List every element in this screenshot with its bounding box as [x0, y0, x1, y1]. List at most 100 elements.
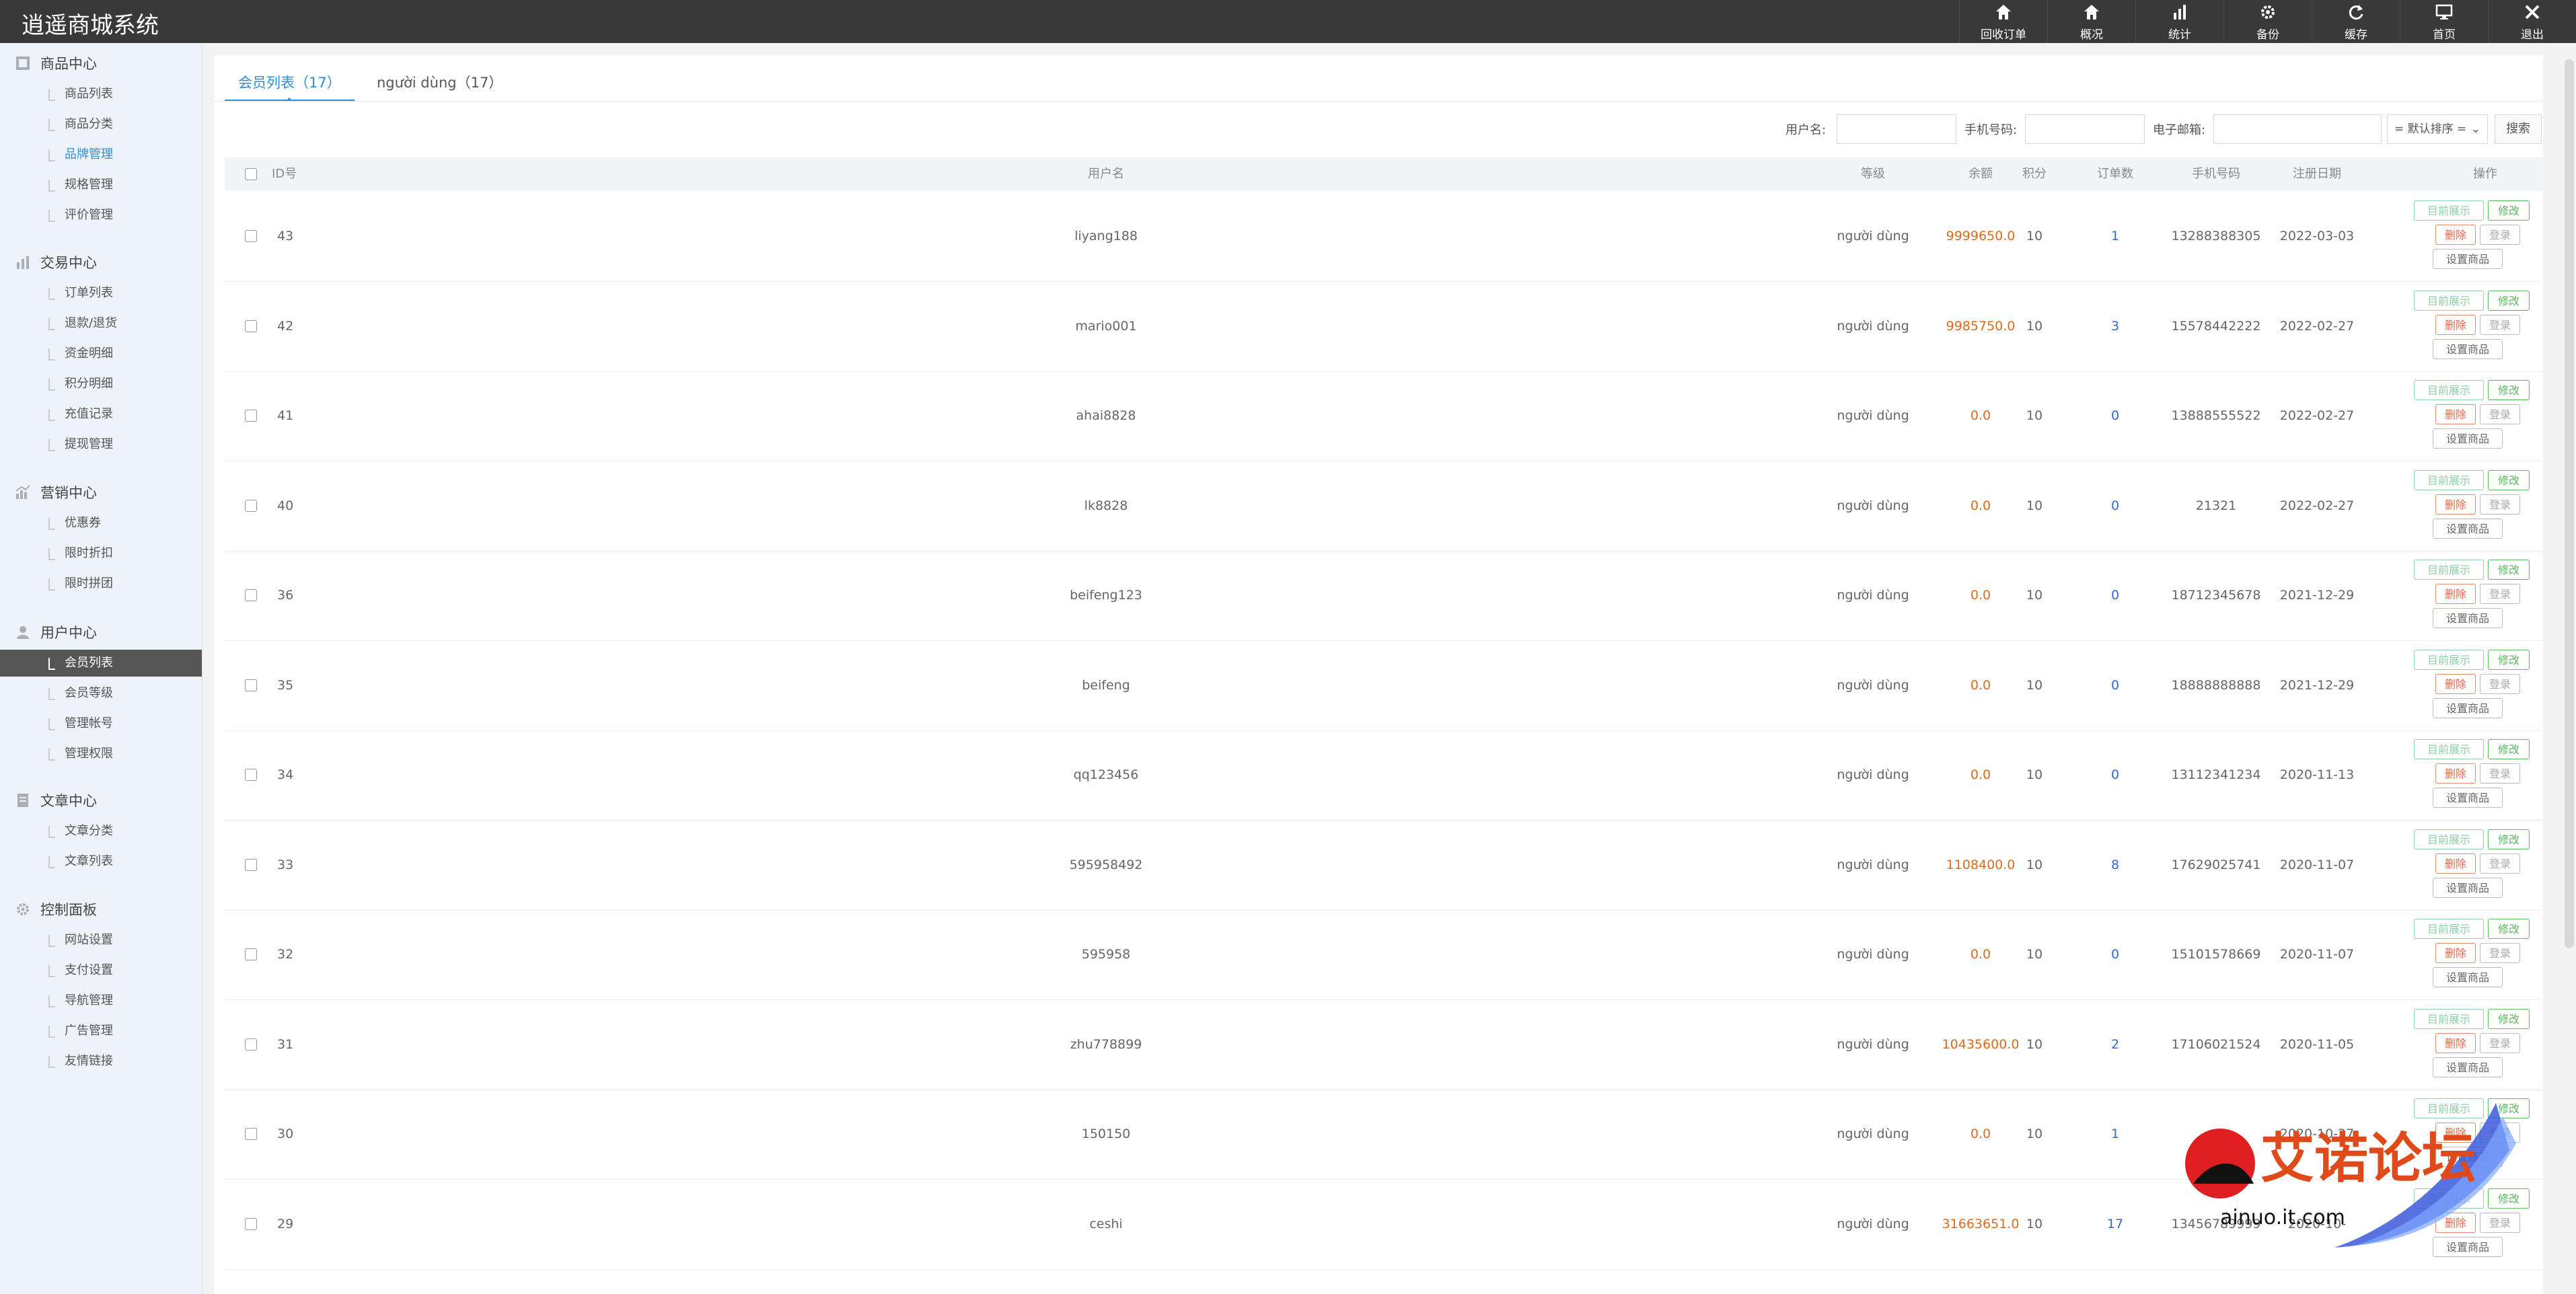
- delete-button[interactable]: 删除: [2435, 404, 2476, 424]
- edit-button[interactable]: 修改: [2488, 1188, 2530, 1209]
- sidebar-item[interactable]: 品牌管理: [0, 141, 202, 168]
- row-checkbox[interactable]: [245, 1217, 257, 1230]
- edit-button[interactable]: 修改: [2488, 649, 2530, 670]
- row-checkbox[interactable]: [245, 1038, 257, 1051]
- login-button[interactable]: 登录: [2480, 763, 2520, 784]
- sidebar-group-2[interactable]: 营销中心: [15, 480, 97, 504]
- show-button[interactable]: 目前展示: [2414, 380, 2484, 400]
- set-goods-button[interactable]: 设置商品: [2433, 249, 2503, 269]
- nav-home-button[interactable]: 回收订单: [1959, 0, 2047, 43]
- edit-button[interactable]: 修改: [2488, 919, 2530, 939]
- sidebar-item[interactable]: 会员等级: [0, 680, 202, 707]
- set-goods-button[interactable]: 设置商品: [2433, 338, 2503, 359]
- set-goods-button[interactable]: 设置商品: [2433, 697, 2503, 718]
- login-button[interactable]: 登录: [2480, 943, 2520, 963]
- show-button[interactable]: 目前展示: [2414, 1098, 2484, 1118]
- sidebar-item[interactable]: 提现管理: [0, 431, 202, 458]
- show-button[interactable]: 目前展示: [2414, 469, 2484, 490]
- edit-button[interactable]: 修改: [2488, 380, 2530, 400]
- sidebar-item[interactable]: 限时折扣: [0, 540, 202, 567]
- edit-button[interactable]: 修改: [2488, 1098, 2530, 1118]
- set-goods-button[interactable]: 设置商品: [2433, 788, 2503, 808]
- cell-orders[interactable]: 0: [2082, 461, 2149, 551]
- sidebar-group-0[interactable]: 商品中心: [15, 51, 97, 75]
- set-goods-button[interactable]: 设置商品: [2433, 518, 2503, 539]
- nav-gear-button[interactable]: 备份: [2223, 0, 2312, 43]
- login-button[interactable]: 登录: [2480, 494, 2520, 515]
- sidebar-item[interactable]: 导航管理: [0, 987, 202, 1014]
- username-input[interactable]: [1837, 114, 1956, 144]
- login-button[interactable]: 登录: [2480, 225, 2520, 245]
- delete-button[interactable]: 删除: [2435, 853, 2476, 874]
- sidebar-item[interactable]: 文章列表: [0, 848, 202, 875]
- edit-button[interactable]: 修改: [2488, 739, 2530, 759]
- sidebar-group-1[interactable]: 交易中心: [15, 250, 97, 274]
- cell-orders[interactable]: 0: [2082, 551, 2149, 640]
- sidebar-item[interactable]: 充值记录: [0, 401, 202, 428]
- delete-button[interactable]: 删除: [2435, 584, 2476, 604]
- show-button[interactable]: 目前展示: [2414, 560, 2484, 580]
- edit-button[interactable]: 修改: [2488, 290, 2530, 311]
- edit-button[interactable]: 修改: [2488, 829, 2530, 849]
- sidebar-item[interactable]: 文章分类: [0, 818, 202, 845]
- set-goods-button[interactable]: 设置商品: [2433, 428, 2503, 449]
- tab-user-list[interactable]: người dùng（17）: [363, 66, 516, 100]
- sidebar-group-4[interactable]: 文章中心: [15, 788, 97, 812]
- login-button[interactable]: 登录: [2480, 404, 2520, 424]
- row-checkbox[interactable]: [245, 319, 257, 332]
- delete-button[interactable]: 删除: [2435, 1122, 2476, 1143]
- sidebar-item[interactable]: 规格管理: [0, 172, 202, 198]
- cell-orders[interactable]: 0: [2082, 730, 2149, 820]
- cell-orders[interactable]: 8: [2082, 821, 2149, 910]
- delete-button[interactable]: 删除: [2435, 943, 2476, 963]
- show-button[interactable]: 目前展示: [2414, 829, 2484, 849]
- set-goods-button[interactable]: 设置商品: [2433, 1147, 2503, 1167]
- row-checkbox[interactable]: [245, 1128, 257, 1140]
- row-checkbox[interactable]: [245, 948, 257, 960]
- sidebar-item[interactable]: 会员列表: [0, 650, 202, 677]
- show-button[interactable]: 目前展示: [2414, 200, 2484, 221]
- cell-orders[interactable]: 2: [2082, 1000, 2149, 1090]
- delete-button[interactable]: 删除: [2435, 673, 2476, 694]
- show-button[interactable]: 目前展示: [2414, 919, 2484, 939]
- set-goods-button[interactable]: 设置商品: [2433, 608, 2503, 628]
- edit-button[interactable]: 修改: [2488, 1008, 2530, 1029]
- sidebar-item[interactable]: 管理帐号: [0, 710, 202, 737]
- delete-button[interactable]: 删除: [2435, 1032, 2476, 1053]
- set-goods-button[interactable]: 设置商品: [2433, 1057, 2503, 1077]
- sidebar-item[interactable]: 资金明细: [0, 340, 202, 367]
- sidebar-item[interactable]: 订单列表: [0, 280, 202, 307]
- row-checkbox[interactable]: [245, 499, 257, 512]
- cell-orders[interactable]: 1: [2082, 192, 2149, 281]
- login-button[interactable]: 登录: [2480, 853, 2520, 874]
- sidebar-item[interactable]: 管理权限: [0, 740, 202, 767]
- sidebar-item[interactable]: 退款/退货: [0, 310, 202, 337]
- show-button[interactable]: 目前展示: [2414, 739, 2484, 759]
- set-goods-button[interactable]: 设置商品: [2433, 967, 2503, 987]
- nav-monitor-button[interactable]: 首页: [2400, 0, 2488, 43]
- delete-button[interactable]: 删除: [2435, 763, 2476, 784]
- cell-orders[interactable]: 0: [2082, 371, 2149, 461]
- delete-button[interactable]: 删除: [2435, 314, 2476, 335]
- delete-button[interactable]: 删除: [2435, 1212, 2476, 1233]
- delete-button[interactable]: 删除: [2435, 225, 2476, 245]
- sidebar-item[interactable]: 优惠券: [0, 510, 202, 537]
- cell-orders[interactable]: 0: [2082, 641, 2149, 730]
- set-goods-button[interactable]: 设置商品: [2433, 1236, 2503, 1257]
- edit-button[interactable]: 修改: [2488, 469, 2530, 490]
- login-button[interactable]: 登录: [2480, 314, 2520, 335]
- row-checkbox[interactable]: [245, 230, 257, 242]
- search-button[interactable]: 搜索: [2495, 114, 2542, 144]
- nav-refresh-button[interactable]: 缓存: [2312, 0, 2400, 43]
- edit-button[interactable]: 修改: [2488, 560, 2530, 580]
- login-button[interactable]: 登录: [2480, 1122, 2520, 1143]
- sidebar-group-5[interactable]: 控制面板: [15, 897, 97, 921]
- login-button[interactable]: 登录: [2480, 584, 2520, 604]
- login-button[interactable]: 登录: [2480, 1212, 2520, 1233]
- sidebar-item[interactable]: 支付设置: [0, 957, 202, 984]
- cell-orders[interactable]: 3: [2082, 282, 2149, 371]
- login-button[interactable]: 登录: [2480, 1032, 2520, 1053]
- row-checkbox[interactable]: [245, 679, 257, 691]
- sidebar-item[interactable]: 积分明细: [0, 371, 202, 397]
- login-button[interactable]: 登录: [2480, 673, 2520, 694]
